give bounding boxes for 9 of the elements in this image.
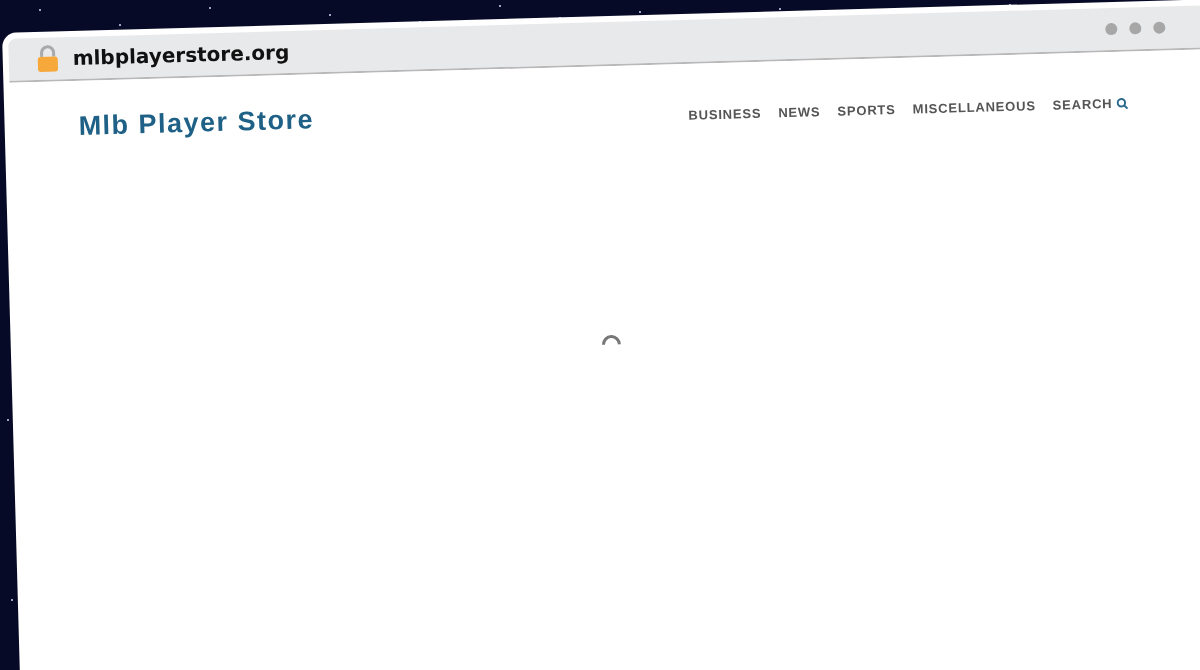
nav-link[interactable]: MISCELLANEOUS — [912, 98, 1036, 117]
site-title[interactable]: Mlb Player Store — [78, 104, 315, 142]
search-link[interactable]: SEARCH — [1052, 95, 1129, 113]
window-dots-icon — [1104, 20, 1167, 37]
search-icon — [1116, 97, 1129, 110]
nav-link[interactable]: SPORTS — [837, 102, 896, 119]
url-text[interactable]: mlbplayerstore.org — [72, 40, 290, 71]
nav-link[interactable]: BUSINESS — [688, 105, 762, 123]
nav-link[interactable]: NEWS — [778, 104, 821, 121]
